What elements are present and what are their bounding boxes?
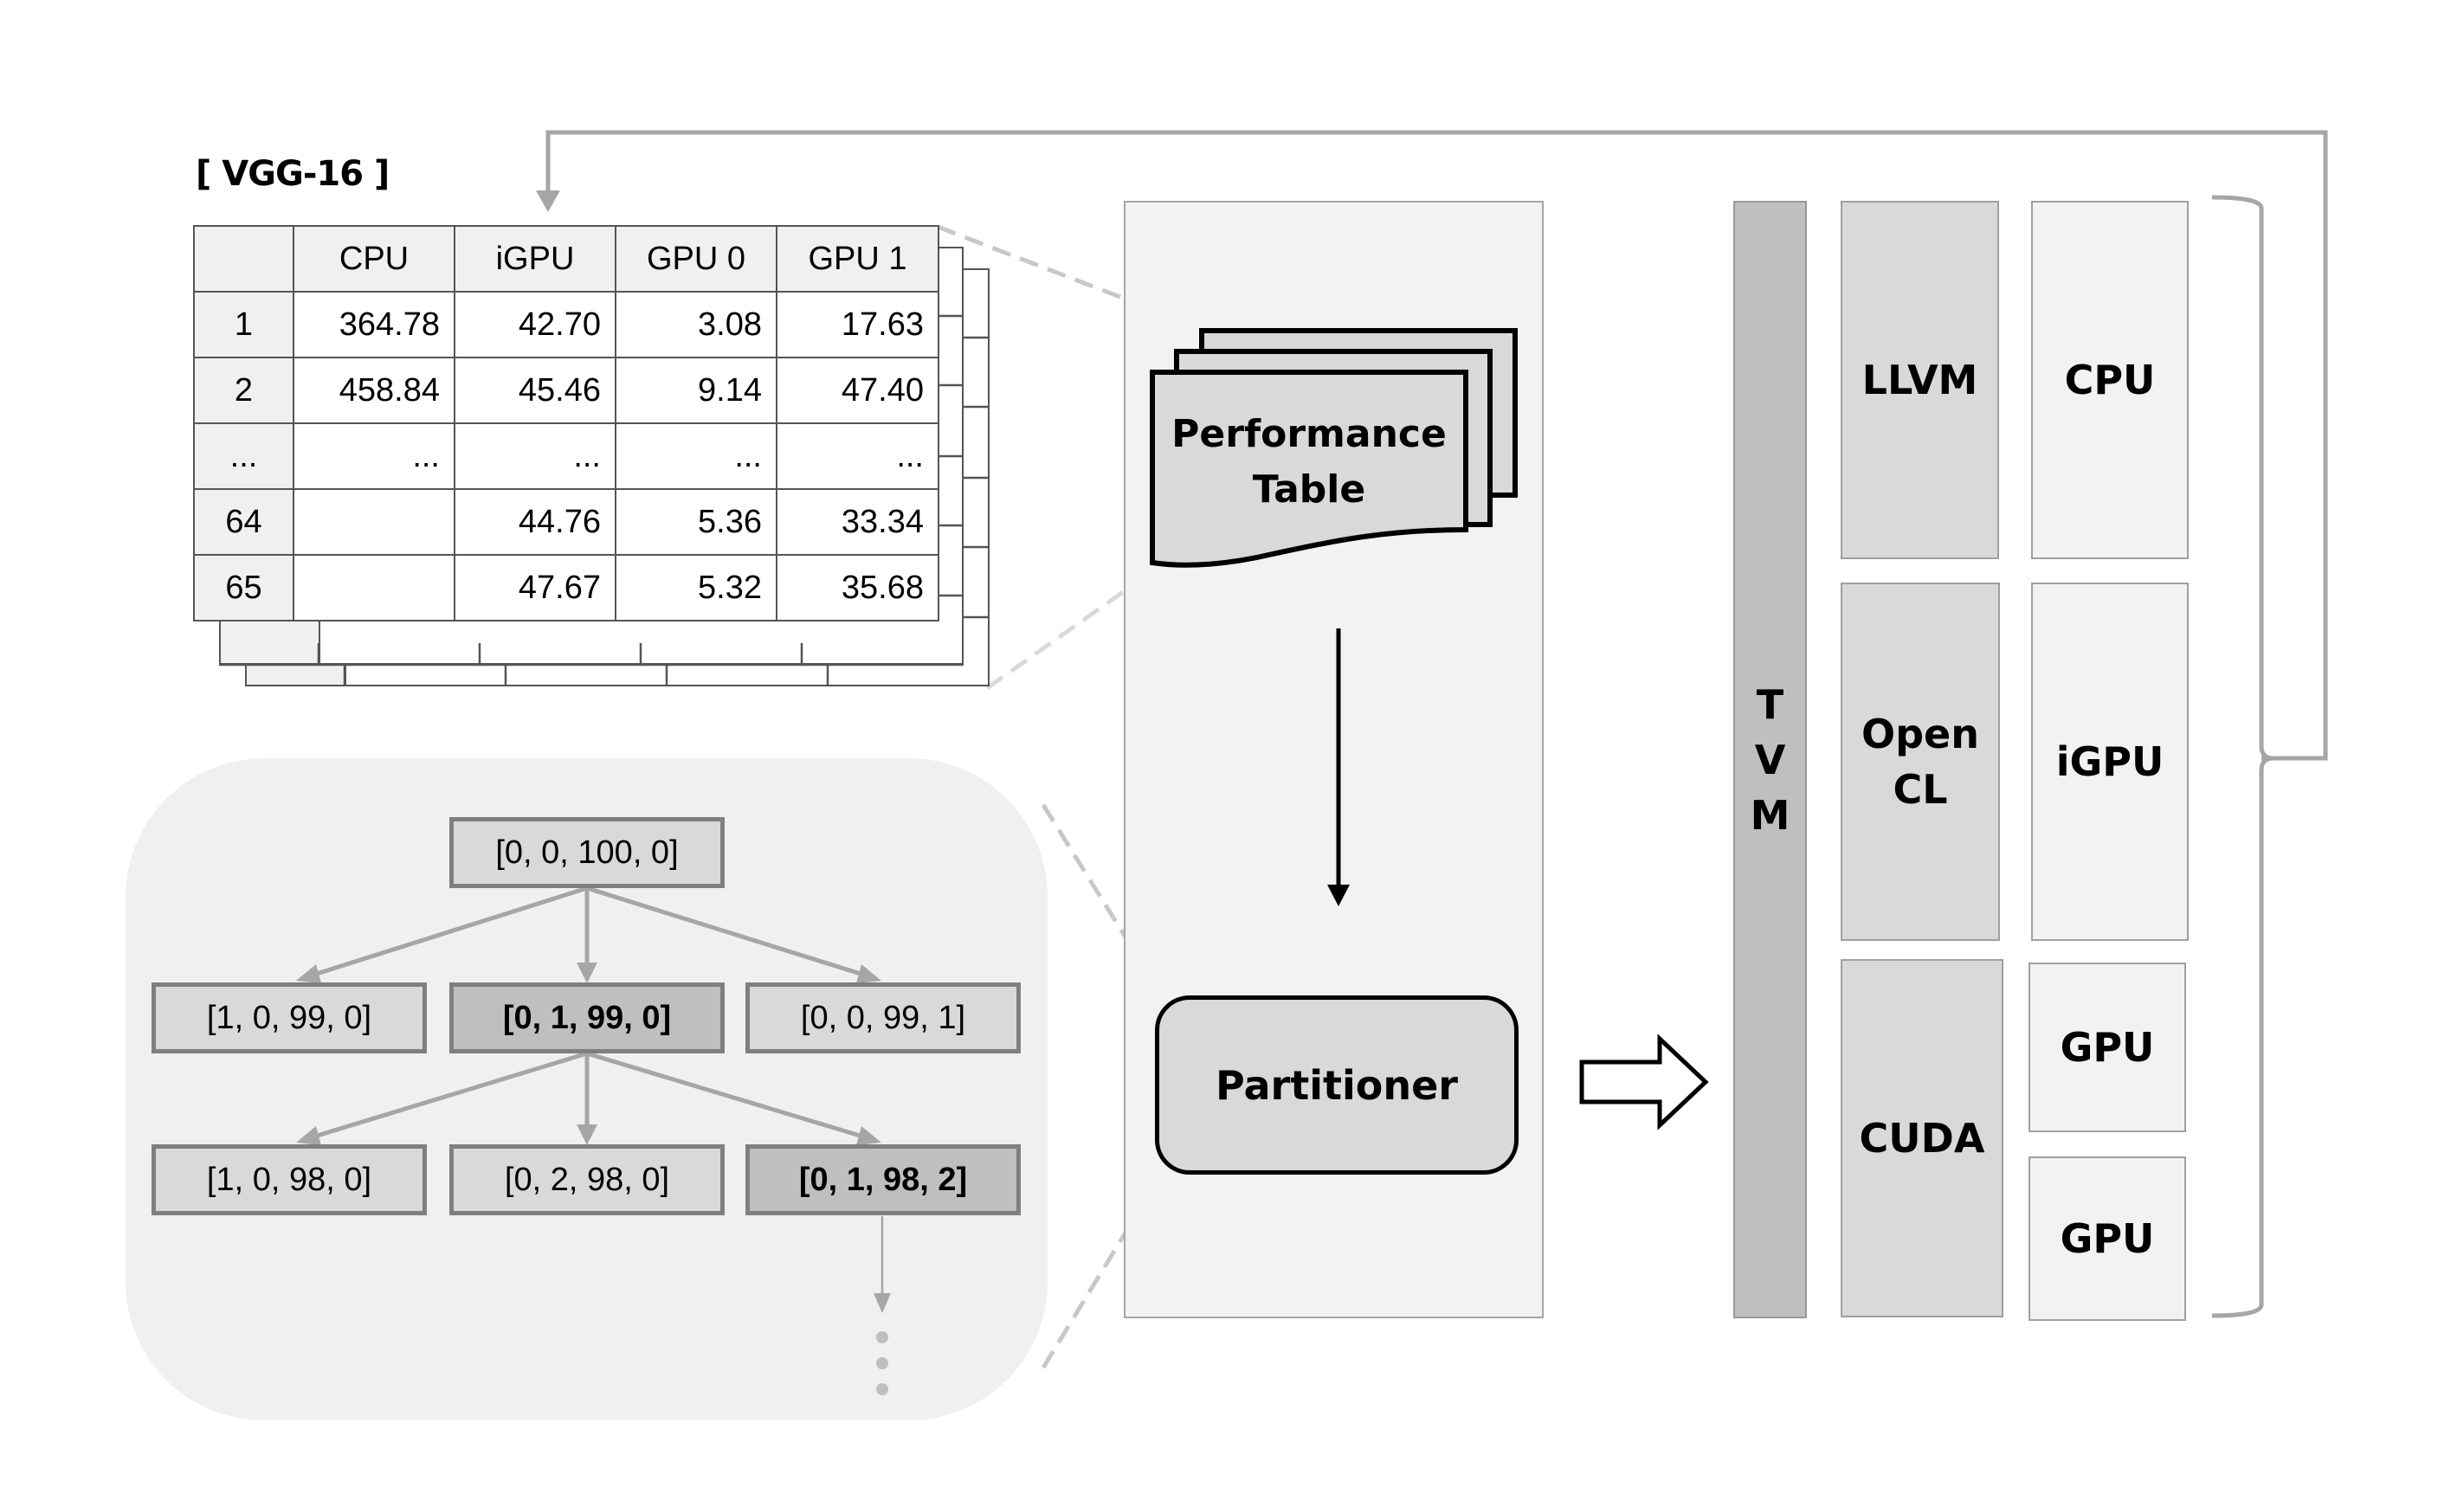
device-gpu-0: GPU	[2029, 963, 2186, 1132]
performance-table-label: Performance Table	[1171, 412, 1447, 512]
backend-cuda: CUDA	[1841, 959, 2003, 1317]
hollow-right-arrow	[1579, 1034, 1709, 1130]
backend-llvm: LLVM	[1841, 201, 1999, 559]
diagram-canvas: [ VGG-16 ] CPU iGPU GPU 0 GPU 1 1 364.78…	[0, 0, 2464, 1507]
device-igpu: iGPU	[2031, 583, 2189, 941]
backend-opencl: Open CL	[1841, 583, 2000, 941]
partitioner-box: Partitioner	[1155, 995, 1519, 1175]
device-cpu: CPU	[2031, 201, 2189, 559]
tvm-bar: T V M	[1733, 201, 1807, 1318]
flow-arrowhead	[1327, 885, 1350, 906]
device-gpu-1: GPU	[2029, 1156, 2186, 1321]
